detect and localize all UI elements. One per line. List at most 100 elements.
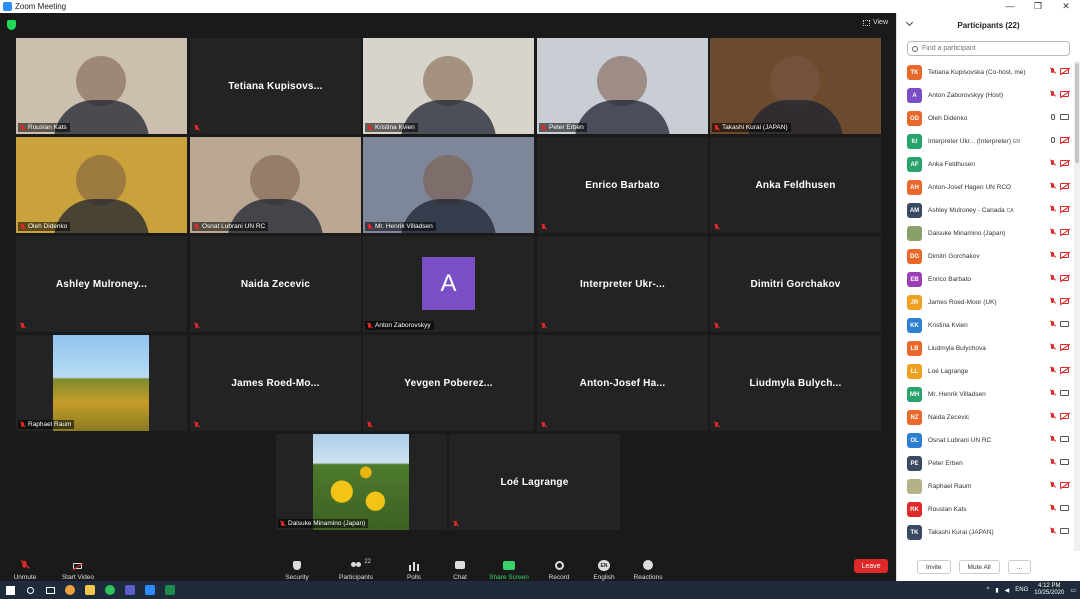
mic-muted-icon: [714, 323, 719, 329]
security-shield-icon[interactable]: [7, 20, 16, 30]
video-tile-interpreter[interactable]: Interpreter Ukr-...: [537, 236, 708, 332]
record-button[interactable]: Record: [546, 553, 572, 581]
view-button[interactable]: View: [862, 19, 888, 26]
task-view-icon[interactable]: [40, 581, 60, 599]
mic-muted-icon: [541, 422, 546, 428]
notifications-icon[interactable]: ▭: [1070, 587, 1076, 594]
video-tile-osnat[interactable]: Osnat Lubrani UN RC: [190, 137, 361, 233]
video-tile-antonjosef[interactable]: Anton-Josef Ha...: [537, 335, 708, 431]
mic-muted-icon: [367, 124, 372, 131]
zoom-taskbar-icon[interactable]: [140, 581, 160, 599]
video-tile-takashi[interactable]: Takashi Kurai (JAPAN): [710, 38, 881, 134]
participant-row[interactable]: LB Liudmyla Bulychova: [897, 337, 1073, 360]
tile-participant-name: Ashley Mulroney...: [55, 278, 148, 290]
tile-caption-name: Kristina Kvien: [375, 124, 415, 131]
participant-row[interactable]: AM Ashley Mulroney - Canada CA: [897, 199, 1073, 222]
participant-search[interactable]: [907, 41, 1070, 56]
close-icon[interactable]: ✕: [1052, 0, 1080, 13]
participant-row[interactable]: PE Peter Erben: [897, 452, 1073, 475]
participant-avatar: OL: [907, 433, 922, 448]
english-interpretation-button[interactable]: EN English: [590, 553, 618, 581]
invite-button[interactable]: Invite: [917, 560, 951, 574]
video-tile-raphael[interactable]: Raphael Raum: [16, 335, 187, 431]
video-tile-oleh[interactable]: Oleh Didenko: [16, 137, 187, 233]
participant-row[interactable]: OL Osnat Lubrani UN RC: [897, 429, 1073, 452]
network-icon[interactable]: ▮: [995, 587, 998, 594]
participants-button[interactable]: 22 Participants: [336, 553, 376, 581]
search-input[interactable]: [922, 45, 1042, 52]
video-tile-yevgen[interactable]: Yevgen Poberez...: [363, 335, 534, 431]
video-tile-liudmyla[interactable]: Liudmyla Bulych...: [710, 335, 881, 431]
video-tile-peter[interactable]: Peter Erben: [537, 38, 708, 134]
video-tile-dimitri[interactable]: Dimitri Gorchakov: [710, 236, 881, 332]
video-tile-anton[interactable]: A Anton Zaborovskyy: [363, 236, 534, 332]
participant-avatar: KK: [907, 318, 922, 333]
start-video-button[interactable]: Start Video: [58, 553, 98, 581]
video-tile-enrico[interactable]: Enrico Barbato: [537, 137, 708, 233]
participant-row[interactable]: LL Loé Lagrange: [897, 360, 1073, 383]
video-tile-loe[interactable]: Loé Lagrange: [449, 434, 620, 530]
scrollbar-thumb[interactable]: [1075, 63, 1079, 163]
participant-row[interactable]: TK Takashi Kurai (JAPAN): [897, 521, 1073, 544]
video-tile-ashley[interactable]: Ashley Mulroney...: [16, 236, 187, 332]
language-indicator[interactable]: ENG: [1015, 587, 1028, 593]
mute-all-button[interactable]: Mute All: [958, 560, 1000, 574]
participant-list-scrollbar[interactable]: [1074, 61, 1080, 551]
start-button[interactable]: [0, 581, 20, 599]
video-tile-naida[interactable]: Naida Zecevic: [190, 236, 361, 332]
participant-row[interactable]: EB Enrico Barbato: [897, 268, 1073, 291]
participant-row[interactable]: OD Oleh Didenko: [897, 107, 1073, 130]
minimize-icon[interactable]: —: [996, 0, 1024, 13]
participant-row[interactable]: JR James Roed-Moor (UK): [897, 291, 1073, 314]
video-tile-anka[interactable]: Anka Feldhusen: [710, 137, 881, 233]
polls-button[interactable]: Polls: [402, 553, 426, 581]
camera-off-icon: [1060, 137, 1069, 143]
restore-icon[interactable]: ❐: [1024, 0, 1052, 13]
mic-muted-icon: [1050, 275, 1055, 281]
chrome-icon[interactable]: [60, 581, 80, 599]
participant-row[interactable]: AF Anka Feldhusen: [897, 153, 1073, 176]
more-options-button[interactable]: ...: [1007, 560, 1032, 574]
participant-status-icons: [1050, 459, 1069, 465]
participant-avatar: AM: [907, 203, 922, 218]
leave-button[interactable]: Leave: [854, 559, 888, 573]
chat-button[interactable]: Chat: [448, 553, 472, 581]
security-button[interactable]: Security: [282, 553, 312, 581]
video-tile-roslan[interactable]: Rouslan Kats: [16, 38, 187, 134]
participant-row[interactable]: DG Dimitri Gorchakov: [897, 245, 1073, 268]
mic-icon: [1051, 137, 1055, 143]
unmute-button[interactable]: Unmute: [10, 553, 40, 581]
clock[interactable]: 4:12 PM 10/25/2020: [1034, 583, 1064, 597]
video-tile-daisuke[interactable]: Daisuke Minamino (Japan): [276, 434, 447, 530]
volume-icon[interactable]: ◀: [1005, 587, 1010, 594]
participant-row[interactable]: Daisuke Minamino (Japan): [897, 222, 1073, 245]
video-tile-tetiana[interactable]: Tetiana Kupisovs...: [190, 38, 361, 134]
participant-row[interactable]: MH Mr. Henrik Villadsen: [897, 383, 1073, 406]
video-tile-henrik[interactable]: Mr. Henrik Villadsen: [363, 137, 534, 233]
taskbar-search-icon[interactable]: [20, 581, 40, 599]
participant-row[interactable]: RK Rouslan Kats: [897, 498, 1073, 521]
tray-up-arrow-icon[interactable]: ^: [987, 587, 990, 593]
whatsapp-icon[interactable]: [100, 581, 120, 599]
mic-muted-icon: [20, 223, 25, 230]
chevron-down-icon[interactable]: [905, 18, 914, 27]
participant-row[interactable]: NZ Naida Zecevic: [897, 406, 1073, 429]
share-screen-button[interactable]: Share Screen: [488, 553, 530, 581]
video-tile-kristina[interactable]: Kristina Kvien: [363, 38, 534, 134]
teams-icon[interactable]: [120, 581, 140, 599]
participant-row[interactable]: KK Kristina Kvien: [897, 314, 1073, 337]
participant-row[interactable]: Raphael Raum: [897, 475, 1073, 498]
participant-row[interactable]: AH Anton-Josef Hagen UN RCO: [897, 176, 1073, 199]
reactions-button[interactable]: Reactions: [632, 553, 664, 581]
camera-icon: [1060, 505, 1069, 511]
excel-icon[interactable]: [160, 581, 180, 599]
participant-name: Loé Lagrange: [928, 368, 969, 375]
tile-caption-name: Oleh Didenko: [28, 223, 68, 230]
participant-row[interactable]: IU Interpreter Ukr... (Interpreter) EN: [897, 130, 1073, 153]
participant-row[interactable]: TK Tetiana Kupisovska (Co-host, me): [897, 61, 1073, 84]
file-explorer-icon[interactable]: [80, 581, 100, 599]
participant-row[interactable]: A Anton Zaborovskyy (Host): [897, 84, 1073, 107]
video-tile-james[interactable]: James Roed-Mo...: [190, 335, 361, 431]
tile-caption: Daisuke Minamino (Japan): [278, 519, 369, 528]
mic-muted-icon: [1050, 528, 1055, 534]
